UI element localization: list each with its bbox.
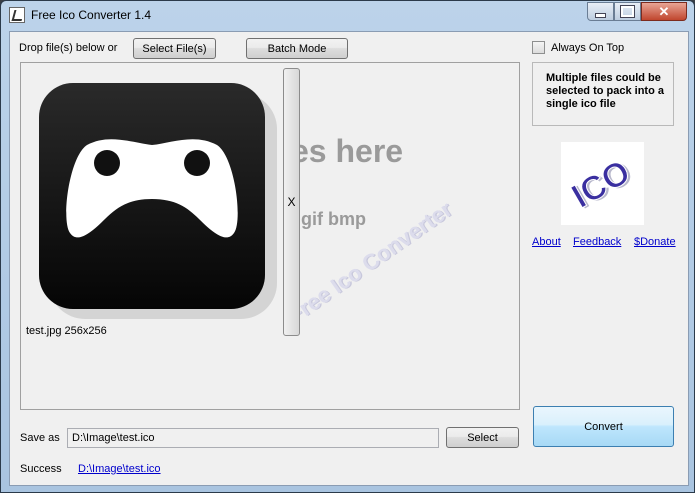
maximize-icon <box>621 6 634 17</box>
about-link[interactable]: About <box>532 236 561 248</box>
save-path-input[interactable] <box>67 428 439 448</box>
window-title: Free Ico Converter 1.4 <box>31 8 152 22</box>
maximize-button[interactable] <box>614 2 641 21</box>
ico-logo: ICO ICO <box>561 142 644 225</box>
info-text: Multiple files could be selected to pack… <box>546 72 664 110</box>
convert-button[interactable]: Convert <box>533 406 674 447</box>
close-icon: ✕ <box>658 3 670 19</box>
save-as-label: Save as <box>20 432 60 444</box>
minimize-button[interactable] <box>587 2 614 21</box>
drop-formats-text: gif bmp <box>301 209 366 229</box>
gamepad-preview-image <box>39 83 277 319</box>
batch-mode-button[interactable]: Batch Mode <box>246 38 348 59</box>
close-button[interactable]: ✕ <box>641 2 687 21</box>
drop-hint-text: es here <box>291 133 404 169</box>
always-on-top-label[interactable]: Always On Top <box>551 42 624 54</box>
select-save-path-button[interactable]: Select <box>446 427 519 448</box>
info-box: Multiple files could be selected to pack… <box>532 62 674 126</box>
drop-label: Drop file(s) below or <box>19 42 118 54</box>
select-files-button[interactable]: Select File(s) <box>133 38 216 59</box>
remove-image-button[interactable]: X <box>283 68 300 336</box>
minimize-icon <box>595 12 606 18</box>
remove-icon: X <box>287 195 296 209</box>
status-label: Success <box>20 463 62 475</box>
app-icon[interactable] <box>9 7 25 23</box>
app-window: Free Ico Converter 1.4 ✕ Drop file(s) be… <box>0 0 695 493</box>
title-bar[interactable]: Free Ico Converter 1.4 ✕ <box>1 1 694 29</box>
output-file-link[interactable]: D:\Image\test.ico <box>78 463 161 475</box>
main-panel: Drop file(s) below or Select File(s) Bat… <box>9 31 689 486</box>
donate-link[interactable]: $Donate <box>634 236 676 248</box>
always-on-top-checkbox[interactable] <box>532 41 545 54</box>
preview-caption: test.jpg 256x256 <box>26 325 107 337</box>
drop-area[interactable]: es here gif bmp Free Ico Converter test.… <box>20 62 520 410</box>
feedback-link[interactable]: Feedback <box>573 236 621 248</box>
